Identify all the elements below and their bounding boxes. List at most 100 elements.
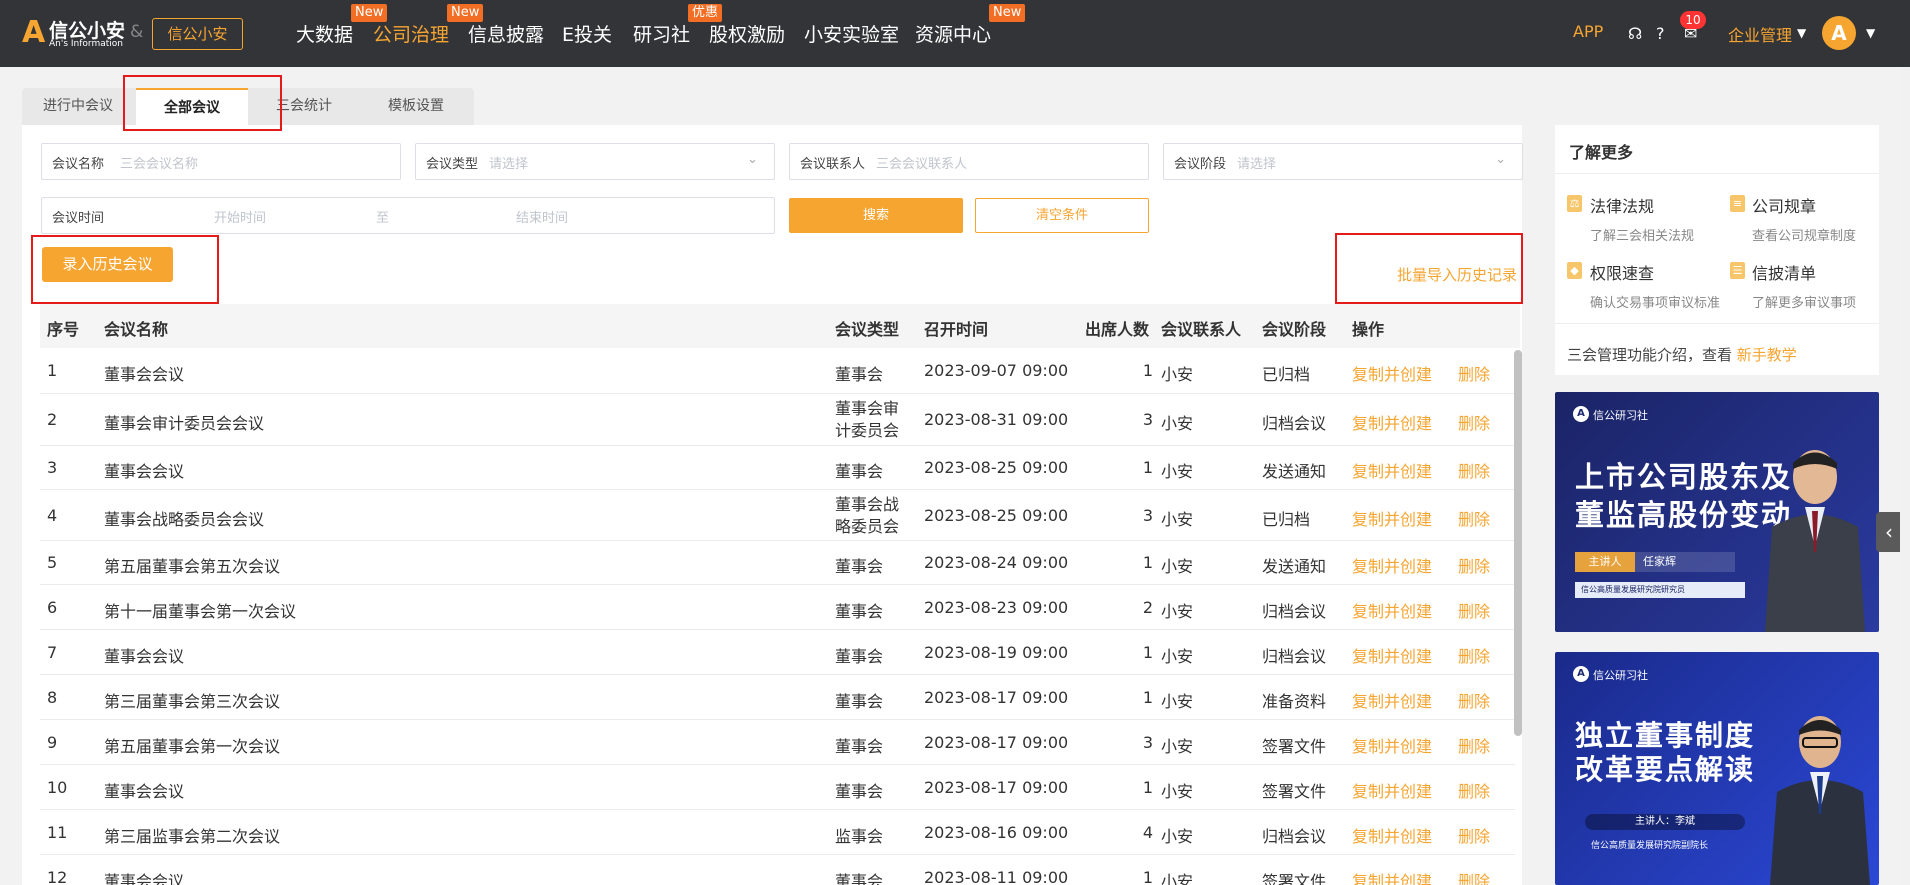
attendee-count: 1 [1142,868,1153,885]
copy-create-link[interactable]: 复制并创建 [1352,553,1432,577]
list-icon: ☰ [1730,262,1745,279]
speaker-label: 主讲人 [1575,552,1635,572]
meeting-type: 董事会战 略委员会 [835,494,899,538]
meeting-time: 2023-08-19 09:00 [924,643,1069,662]
copy-create-link[interactable]: 复制并创建 [1352,868,1432,885]
attendee-count: 1 [1142,458,1153,477]
tab-template-settings[interactable]: 模板设置 [360,88,472,125]
org-logo-icon: A [1573,406,1589,422]
delete-link[interactable]: 删除 [1458,778,1490,802]
meeting-stage: 已归档 [1262,510,1311,529]
delete-link[interactable]: 删除 [1458,361,1490,385]
delete-link[interactable]: 删除 [1458,823,1490,847]
copy-create-link[interactable]: 复制并创建 [1352,598,1432,622]
copy-create-link[interactable]: 复制并创建 [1352,458,1432,482]
headset-icon[interactable]: ☊ [1628,24,1642,43]
meeting-stage: 签署文件 [1262,872,1327,885]
brand-button[interactable]: 信公小安 [152,18,243,50]
copy-create-link[interactable]: 复制并创建 [1352,361,1432,385]
sidebar-item-permissions[interactable]: 权限速查 [1590,260,1654,284]
avatar[interactable]: A [1822,16,1856,50]
tab-ongoing[interactable]: 进行中会议 [22,88,134,125]
learn-more-card: 了解更多 ⚖ 法律法规 了解三会相关法规 ≡ 公司规章 查看公司规章制度 ◆ 权… [1555,125,1879,375]
document-icon: ≡ [1730,195,1745,212]
enterprise-menu[interactable]: 企业管理 [1728,22,1792,46]
meeting-stage-select[interactable]: 会议阶段 请选择 ⌄ [1163,143,1523,180]
delete-link[interactable]: 删除 [1458,458,1490,482]
meeting-contact-field[interactable]: 会议联系人 三会会议联系人 [789,143,1149,180]
table-row: 11 第三届监事会第二次会议 监事会 2023-08-16 09:00 4 小安 归档会议 复… [40,810,1515,855]
meeting-type-line: 计委员会 [835,421,900,440]
message-count-badge: 10 [1680,11,1706,29]
copy-create-link[interactable]: 复制并创建 [1352,410,1432,434]
chevron-down-icon[interactable]: ▼ [1797,26,1806,40]
column-header: 会议联系人 [1161,320,1242,339]
chevron-down-icon[interactable]: ▼ [1866,26,1875,40]
delete-link[interactable]: 删除 [1458,598,1490,622]
sidebar-item-sub: 查看公司规章制度 [1752,229,1857,244]
meeting-type-select[interactable]: 会议类型 请选择 ⌄ [415,143,775,180]
meeting-type: 董事会 [835,647,884,666]
delete-link[interactable]: 删除 [1458,506,1490,530]
table-row: 6 第十一届董事会第一次会议 董事会 2023-08-23 09:00 2 小安 归档会议 复… [40,585,1515,630]
meeting-time: 2023-08-16 09:00 [924,823,1069,842]
meeting-contact: 小安 [1161,414,1194,433]
meeting-name-field[interactable]: 会议名称 三会会议名称 [41,143,401,180]
copy-create-link[interactable]: 复制并创建 [1352,506,1432,530]
nav-lab[interactable]: 小安实验室 [804,20,899,47]
copy-create-link[interactable]: 复制并创建 [1352,688,1432,712]
nav-disclosure[interactable]: 信息披露 [468,20,544,47]
meeting-contact: 小安 [1161,510,1194,529]
copy-create-link[interactable]: 复制并创建 [1352,733,1432,757]
meeting-contact: 小安 [1161,602,1194,621]
table-header: 序号 会议名称 会议类型 召开时间 出席人数 会议联系人 会议阶段 操作 [40,304,1520,348]
row-number: 7 [47,643,58,662]
meeting-name: 董事会会议 [104,872,185,885]
highlight-box [1335,233,1523,304]
meeting-time-range[interactable]: 会议时间 开始时间 至 结束时间 [41,197,775,234]
help-icon[interactable]: ? [1656,24,1665,43]
course-banner-1[interactable]: A 信公研习社 上市公司股东及 董监高股份变动 主讲人 任家辉 信公高质量发展研… [1555,392,1879,632]
nav-equity-incentive[interactable]: 股权激励 [709,20,785,47]
chevron-left-icon[interactable]: ‹ [1876,512,1902,552]
nav-resource-center[interactable]: 资源中心 [915,20,991,47]
nav-corporate-governance[interactable]: 公司治理 [373,20,449,47]
field-placeholder: 三会会议联系人 [876,157,968,172]
nav-e-ir[interactable]: E投关 [562,20,612,47]
row-number: 4 [47,506,58,525]
page-scrollbar[interactable] [1900,67,1910,885]
sidebar-item-checklist[interactable]: 信披清单 [1752,260,1816,284]
column-header: 会议阶段 [1262,320,1327,339]
meeting-stage: 已归档 [1262,365,1311,384]
delete-link[interactable]: 删除 [1458,688,1490,712]
delete-link[interactable]: 删除 [1458,868,1490,885]
meeting-time: 2023-08-17 09:00 [924,688,1069,707]
tutorial-link[interactable]: 新手教学 [1737,346,1797,364]
meeting-name: 第五届董事会第五次会议 [104,557,281,576]
delete-link[interactable]: 删除 [1458,733,1490,757]
delete-link[interactable]: 删除 [1458,643,1490,667]
table-scrollbar[interactable] [1514,350,1522,736]
nav-study-club[interactable]: 研习社 [633,20,690,47]
sidebar-item-rules[interactable]: 公司规章 [1752,193,1816,217]
copy-create-link[interactable]: 复制并创建 [1352,823,1432,847]
nav-big-data[interactable]: 大数据 [296,20,353,47]
meeting-name: 第三届监事会第二次会议 [104,827,281,846]
start-time-placeholder: 开始时间 [214,211,267,226]
course-banner-2[interactable]: A 信公研习社 独立董事制度 改革要点解读 主讲人：李斌 信公高质量发展研究院副… [1555,652,1879,885]
delete-link[interactable]: 删除 [1458,410,1490,434]
meeting-type: 董事会 [835,872,884,885]
app-link[interactable]: APP [1573,22,1603,41]
clear-button[interactable]: 清空条件 [975,198,1149,233]
range-separator: 至 [376,211,390,226]
copy-create-link[interactable]: 复制并创建 [1352,778,1432,802]
delete-link[interactable]: 删除 [1458,553,1490,577]
search-button[interactable]: 搜索 [789,198,963,233]
sidebar-item-laws[interactable]: 法律法规 [1590,193,1654,217]
meeting-name: 董事会会议 [104,782,185,801]
row-number: 2 [47,410,58,429]
copy-create-link[interactable]: 复制并创建 [1352,643,1432,667]
column-header: 序号 [47,320,80,339]
nav-badge-new: New [989,4,1026,22]
meeting-contact: 小安 [1161,737,1194,756]
